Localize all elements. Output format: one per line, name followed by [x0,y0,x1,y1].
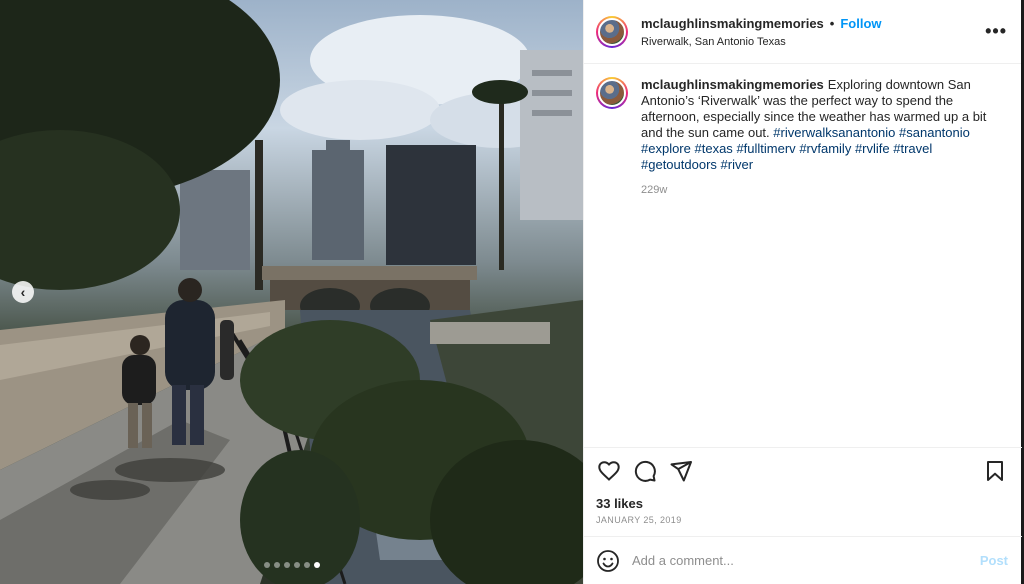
caption: mclaughlinsmakingmemories Exploring downt… [596,77,1008,198]
share-icon[interactable] [668,458,694,484]
comments-section: mclaughlinsmakingmemories Exploring downt… [584,65,1022,445]
post-date: JANUARY 25, 2019 [596,515,682,525]
more-options-icon[interactable]: ••• [985,21,1007,42]
avatar[interactable] [596,15,628,48]
bookmark-icon[interactable] [982,458,1008,484]
carousel-prev-button[interactable]: ‹ [12,281,34,303]
carousel-dot[interactable] [283,562,290,568]
post-comment-button[interactable]: Post [980,553,1008,568]
post-photo[interactable]: ‹ [0,0,583,584]
carousel-dot[interactable] [313,562,320,568]
post-side-panel: mclaughlinsmakingmemories • Follow River… [583,0,1022,584]
add-comment-bar: Post [584,536,1022,584]
hashtag-link[interactable]: #rvfamily [799,141,851,156]
comment-input[interactable] [632,553,980,568]
heart-icon[interactable] [596,458,622,484]
caption-username-link[interactable]: mclaughlinsmakingmemories [641,77,824,92]
comment-icon[interactable] [632,458,658,484]
likes-count[interactable]: 33 likes [596,496,1008,511]
follow-button[interactable]: Follow [840,16,881,31]
separator-dot: • [829,15,835,31]
caption-avatar[interactable] [596,77,628,109]
hashtag-link[interactable]: #getoutdoors [641,157,717,172]
hashtag-link[interactable]: #river [721,157,754,172]
carousel-dot[interactable] [303,562,310,568]
caption-body: mclaughlinsmakingmemories Exploring downt… [641,77,1008,198]
riverwalk-scene [0,0,583,584]
post-header: mclaughlinsmakingmemories • Follow River… [584,0,1021,64]
hashtag-link[interactable]: #sanantonio [899,125,970,140]
action-bar: 33 likes JANUARY 25, 2019 [584,447,1022,525]
hashtag-link[interactable]: #riverwalksanantonio [773,125,895,140]
carousel-dot[interactable] [263,562,270,568]
hashtag-link[interactable]: #travel [893,141,932,156]
caption-timestamp[interactable]: 229w [641,182,1008,198]
header-username-link[interactable]: mclaughlinsmakingmemories [641,16,824,31]
carousel-dot[interactable] [273,562,280,568]
hashtag-link[interactable]: #texas [695,141,733,156]
hashtag-link[interactable]: #explore [641,141,691,156]
location-link[interactable]: Riverwalk, San Antonio Texas [641,36,985,48]
carousel-dot[interactable] [293,562,300,568]
carousel-dots [0,562,583,568]
hashtag-link[interactable]: #fulltimerv [736,141,795,156]
smiley-icon[interactable] [596,549,620,573]
hashtag-link[interactable]: #rvlife [855,141,890,156]
